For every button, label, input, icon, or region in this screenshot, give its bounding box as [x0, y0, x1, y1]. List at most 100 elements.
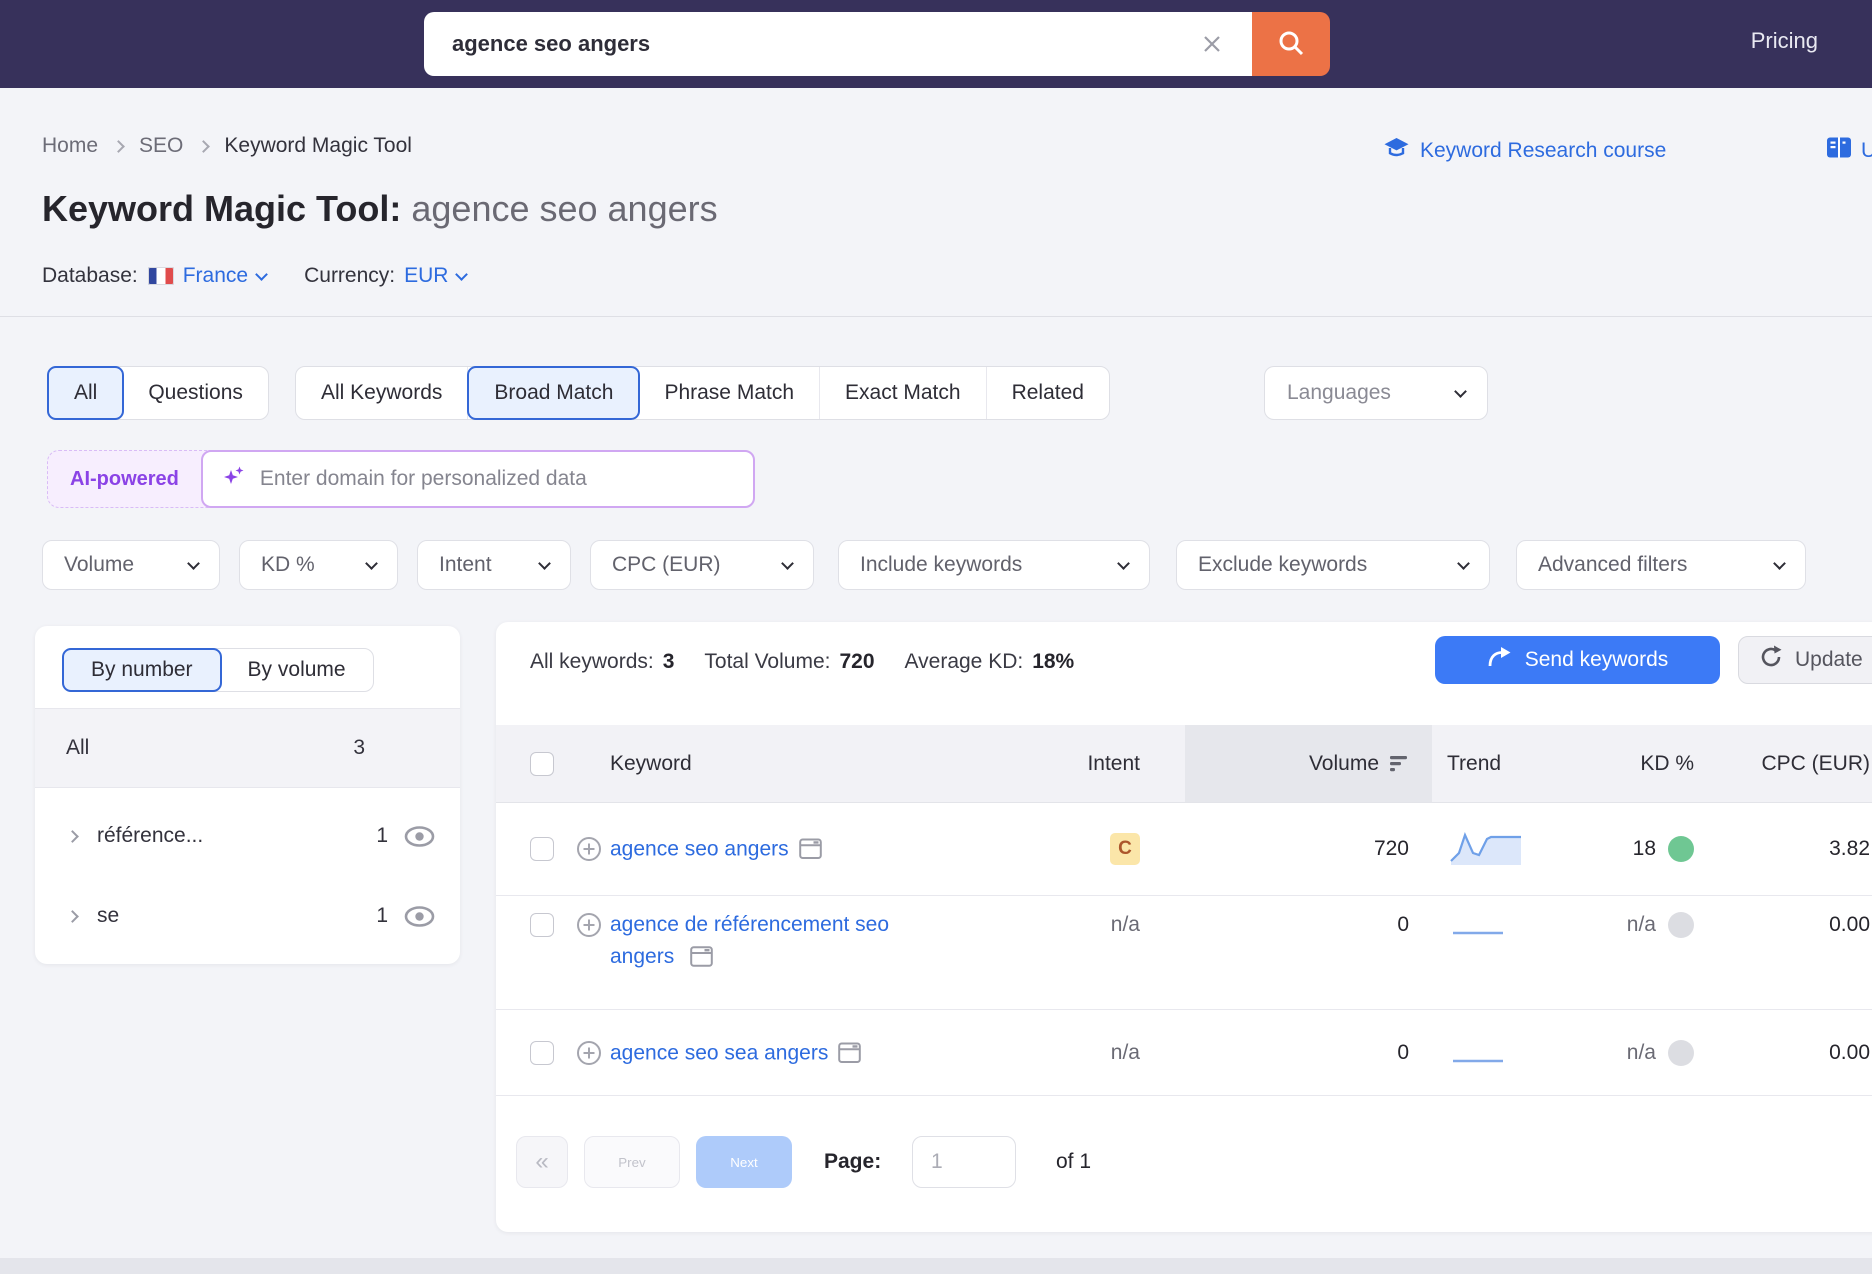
update-button[interactable]: Update: [1738, 636, 1872, 684]
domain-input-wrap: [200, 450, 755, 508]
breadcrumb: Home SEO Keyword Magic Tool: [42, 134, 412, 158]
languages-dropdown[interactable]: Languages: [1264, 366, 1488, 420]
exclude-keywords-dropdown[interactable]: Exclude keywords: [1176, 540, 1490, 590]
send-keywords-label: Send keywords: [1524, 648, 1669, 671]
intent-cell: n/a: [1110, 1040, 1140, 1064]
tab-exact-match[interactable]: Exact Match: [820, 367, 987, 419]
pricing-link[interactable]: Pricing: [1751, 28, 1818, 54]
select-all-checkbox[interactable]: [530, 725, 554, 802]
currency-selector[interactable]: EUR: [404, 264, 469, 288]
chevron-right-icon: [197, 139, 211, 153]
group-all-label: All: [66, 736, 90, 759]
search-button[interactable]: [1252, 12, 1330, 76]
tab-broad-match[interactable]: Broad Match: [467, 366, 641, 420]
all-keywords-label: All keywords:: [530, 650, 654, 673]
cpc-filter-label: CPC (EUR): [612, 553, 721, 576]
keyword-magic-tool-page: Pricing Home SEO Keyword Magic Tool Keyw…: [0, 0, 1872, 1274]
tab-all[interactable]: All: [47, 366, 125, 420]
tab-related[interactable]: Related: [987, 367, 1109, 419]
kd-filter-label: KD %: [261, 553, 315, 576]
domain-input[interactable]: [259, 467, 735, 491]
tab-by-number[interactable]: By number: [62, 648, 222, 692]
ai-powered-badge: AI-powered: [70, 467, 179, 490]
kd-value: n/a: [1626, 1040, 1656, 1064]
column-header-kd[interactable]: KD %: [1544, 725, 1694, 802]
eye-icon[interactable]: [403, 905, 436, 928]
chevron-down-icon: [781, 556, 794, 570]
search-input[interactable]: [424, 12, 1252, 76]
eye-icon[interactable]: [403, 825, 436, 848]
keywords-table-panel: All keywords: 3 Total Volume: 720 Average …: [496, 622, 1872, 1232]
first-page-button[interactable]: «: [516, 1136, 568, 1188]
ai-domain-bar: AI-powered: [47, 450, 755, 508]
column-header-volume[interactable]: Volume: [1185, 725, 1409, 802]
column-header-intent[interactable]: Intent: [990, 725, 1140, 802]
keyword-link[interactable]: agence seo angers: [610, 833, 789, 865]
group-count: 1: [376, 824, 388, 847]
tab-by-volume[interactable]: By volume: [221, 649, 373, 691]
breadcrumb-home[interactable]: Home: [42, 134, 98, 158]
row-checkbox[interactable]: [530, 837, 554, 861]
clear-search-icon[interactable]: [1198, 30, 1226, 58]
group-row[interactable]: se 1: [35, 880, 460, 952]
breadcrumb-current: Keyword Magic Tool: [224, 134, 412, 157]
advanced-filters-dropdown[interactable]: Advanced filters: [1516, 540, 1806, 590]
chevron-down-icon: [1773, 556, 1786, 570]
include-keywords-dropdown[interactable]: Include keywords: [838, 540, 1150, 590]
serp-icon[interactable]: [798, 838, 822, 860]
keyword-cell: agence seo angers: [610, 833, 822, 865]
tab-all-keywords[interactable]: All Keywords: [296, 367, 469, 419]
column-header-trend: Trend: [1447, 751, 1502, 775]
cpc-cell: 3.82: [1829, 837, 1870, 860]
total-volume-label: Total Volume:: [704, 650, 831, 673]
group-row-all[interactable]: All 3: [35, 708, 460, 788]
user-manual-link[interactable]: Us: [1826, 136, 1872, 165]
add-keyword-icon[interactable]: [576, 1040, 602, 1066]
expand-chevron-icon[interactable]: [66, 909, 79, 923]
page-title-query: agence seo angers: [411, 188, 718, 229]
kd-easy-dot: [1668, 836, 1694, 862]
cpc-filter-dropdown[interactable]: CPC (EUR): [590, 540, 814, 590]
refresh-icon: [1759, 645, 1783, 675]
keyword-link[interactable]: agence de référencement seo angers: [610, 913, 889, 968]
breadcrumb-seo[interactable]: SEO: [139, 134, 183, 158]
include-keywords-label: Include keywords: [860, 553, 1023, 576]
intent-cell: C: [990, 833, 1140, 865]
add-keyword-icon[interactable]: [576, 836, 602, 862]
row-checkbox[interactable]: [530, 913, 554, 937]
horizontal-scrollbar-track[interactable]: [0, 1258, 1872, 1274]
group-row[interactable]: référence... 1: [35, 800, 460, 872]
page-number-input[interactable]: [912, 1136, 1016, 1188]
languages-label: Languages: [1287, 381, 1391, 404]
volume-header-label: Volume: [1308, 751, 1379, 775]
volume-cell: 0: [1397, 913, 1409, 936]
serp-icon[interactable]: [690, 946, 713, 968]
volume-filter-dropdown[interactable]: Volume: [42, 540, 220, 590]
add-keyword-icon[interactable]: [576, 912, 602, 938]
prev-page-button[interactable]: Prev: [584, 1136, 680, 1188]
expand-chevron-icon[interactable]: [66, 829, 79, 843]
tab-questions[interactable]: Questions: [123, 367, 268, 419]
kd-cell: 18: [1496, 836, 1694, 862]
send-keywords-button[interactable]: Send keywords: [1435, 636, 1720, 684]
groups-sort-tabs: By number By volume: [62, 648, 374, 692]
kd-cell: n/a: [1496, 912, 1694, 938]
serp-icon[interactable]: [838, 1042, 862, 1063]
keyword-cell: agence seo sea angers: [610, 1037, 862, 1069]
intent-filter-dropdown[interactable]: Intent: [417, 540, 571, 590]
all-keywords-value: 3: [662, 650, 675, 673]
average-kd-value: 18%: [1032, 650, 1075, 673]
column-header-cpc[interactable]: CPC (EUR): [1720, 725, 1871, 802]
table-body: agence seo angers C 720 18 3.82 agence d…: [496, 803, 1872, 1096]
row-checkbox[interactable]: [530, 1040, 554, 1065]
next-page-button[interactable]: Next: [696, 1136, 792, 1188]
keyword-research-course-link[interactable]: Keyword Research course: [1383, 136, 1666, 166]
currency-label: Currency:: [304, 264, 396, 287]
keyword-link[interactable]: agence seo sea angers: [610, 1037, 828, 1069]
exclude-keywords-label: Exclude keywords: [1198, 553, 1368, 576]
keyword-cell: agence de référencement seo angers: [610, 909, 920, 972]
tab-phrase-match[interactable]: Phrase Match: [639, 367, 821, 419]
kd-filter-dropdown[interactable]: KD %: [239, 540, 398, 590]
group-label: se: [97, 904, 120, 927]
database-selector[interactable]: France: [183, 264, 268, 288]
